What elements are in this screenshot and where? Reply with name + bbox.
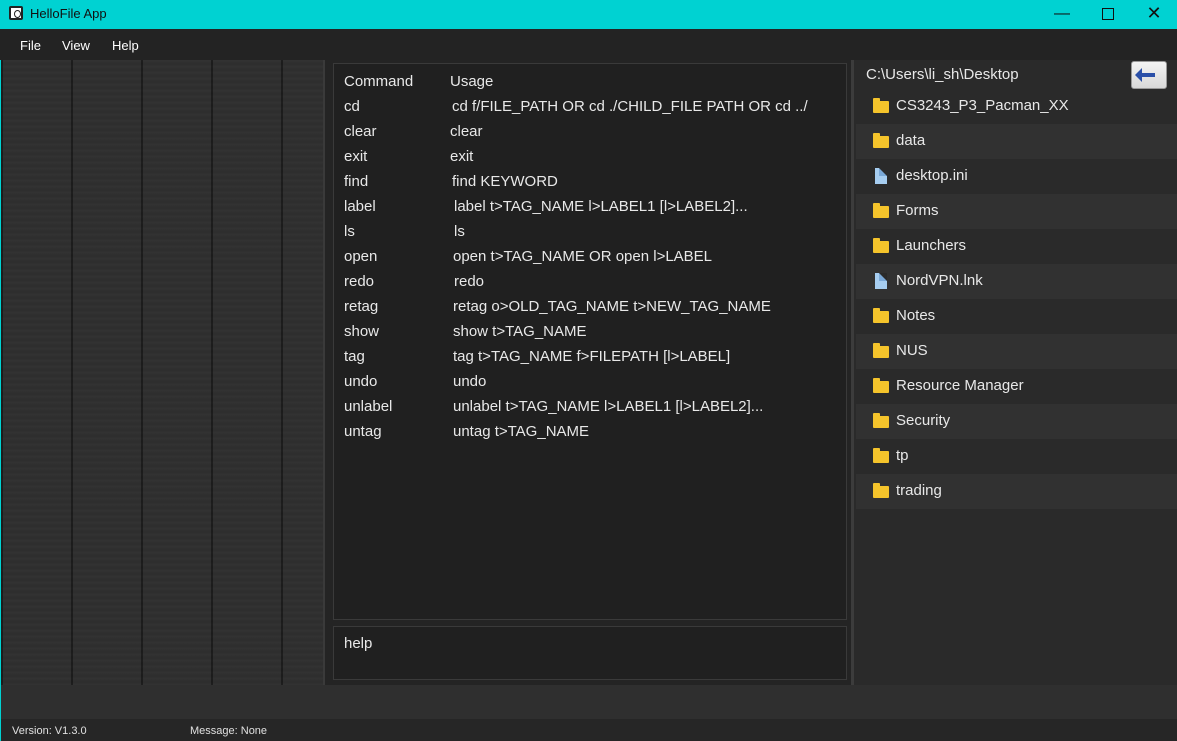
- command-usage: untag t>TAG_NAME: [453, 423, 590, 440]
- app-logo-icon: [9, 6, 23, 20]
- status-bar: Version: V1.3.0 Message: None: [0, 719, 1177, 741]
- command-name: tag: [344, 348, 365, 365]
- file-name: Forms: [896, 202, 939, 219]
- menu-bar: File View Help: [0, 29, 1177, 60]
- command-name: find: [344, 173, 369, 190]
- version-label: Version: V1.3.0: [12, 725, 87, 737]
- command-column-header: Command: [344, 73, 414, 90]
- command-usage: ls: [454, 223, 465, 240]
- arrow-left-icon: [1135, 68, 1155, 82]
- file-name: Launchers: [896, 237, 967, 254]
- folder-icon: [873, 133, 889, 148]
- message-label: Message: None: [190, 725, 268, 737]
- file-list-item[interactable]: CS3243_P3_Pacman_XX: [856, 89, 1177, 124]
- command-name: open: [344, 248, 378, 265]
- window-title: HelloFile App: [30, 6, 107, 21]
- folder-icon: [873, 238, 889, 253]
- file-list-item[interactable]: NordVPN.lnk: [856, 264, 1177, 299]
- file-icon: [875, 273, 887, 289]
- file-list-item[interactable]: Resource Manager: [856, 369, 1177, 404]
- file-list-item[interactable]: Security: [856, 404, 1177, 439]
- command-name: clear: [344, 123, 377, 140]
- command-input-text: help: [344, 635, 373, 652]
- command-usage: find KEYWORD: [452, 173, 558, 190]
- command-usage: tag t>TAG_NAME f>FILEPATH [l>LABEL]: [453, 348, 731, 365]
- command-usage: show t>TAG_NAME: [453, 323, 587, 340]
- file-name: desktop.ini: [896, 167, 968, 184]
- file-name: Security: [896, 412, 951, 429]
- usage-column-header: Usage: [450, 73, 494, 90]
- file-name: Notes: [896, 307, 936, 324]
- command-input[interactable]: help: [333, 626, 847, 680]
- command-name: exit: [344, 148, 368, 165]
- menu-file[interactable]: File: [20, 38, 41, 53]
- folder-icon: [873, 378, 889, 393]
- command-name: label: [344, 198, 376, 215]
- command-usage: retag o>OLD_TAG_NAME t>NEW_TAG_NAME: [453, 298, 771, 315]
- command-usage: redo: [454, 273, 485, 290]
- command-name: unlabel: [344, 398, 393, 415]
- folder-icon: [873, 203, 889, 218]
- left-panel: [0, 60, 323, 685]
- menu-help[interactable]: Help: [112, 38, 139, 53]
- file-name: CS3243_P3_Pacman_XX: [896, 97, 1069, 114]
- file-list-item[interactable]: NUS: [856, 334, 1177, 369]
- command-name: untag: [344, 423, 382, 440]
- command-name: retag: [344, 298, 379, 315]
- file-list-item[interactable]: Forms: [856, 194, 1177, 229]
- command-name: ls: [344, 223, 355, 240]
- command-name: show: [344, 323, 380, 340]
- command-name: redo: [344, 273, 375, 290]
- folder-icon: [873, 98, 889, 113]
- menu-view[interactable]: View: [62, 38, 90, 53]
- minimize-button[interactable]: —: [1039, 0, 1085, 29]
- folder-icon: [873, 448, 889, 463]
- bottom-band: [0, 685, 1177, 719]
- file-icon: [875, 168, 887, 184]
- command-usage: exit: [450, 148, 474, 165]
- command-name: cd: [344, 98, 360, 115]
- file-list-item[interactable]: desktop.ini: [856, 159, 1177, 194]
- command-name: undo: [344, 373, 378, 390]
- command-usage: label t>TAG_NAME l>LABEL1 [l>LABEL2]...: [454, 198, 748, 215]
- file-name: tp: [896, 447, 909, 464]
- maximize-icon: [1102, 7, 1114, 20]
- file-name: data: [896, 132, 926, 149]
- file-list-item[interactable]: Launchers: [856, 229, 1177, 264]
- file-name: trading: [896, 482, 942, 499]
- close-button[interactable]: ✕: [1131, 0, 1177, 29]
- maximize-button[interactable]: [1085, 0, 1131, 29]
- folder-icon: [873, 343, 889, 358]
- file-list-item[interactable]: tp: [856, 439, 1177, 474]
- command-usage: unlabel t>TAG_NAME l>LABEL1 [l>LABEL2]..…: [453, 398, 764, 415]
- command-usage: cd f/FILE_PATH OR cd ./CHILD_FILE PATH O…: [452, 98, 808, 115]
- command-usage: open t>TAG_NAME OR open l>LABEL: [453, 248, 713, 265]
- file-list-item[interactable]: trading: [856, 474, 1177, 509]
- file-name: NordVPN.lnk: [896, 272, 983, 289]
- command-usage: clear: [450, 123, 483, 140]
- folder-icon: [873, 483, 889, 498]
- current-path: C:\Users\li_sh\Desktop: [866, 66, 1019, 83]
- command-usage: undo: [453, 373, 487, 390]
- title-bar: HelloFile App — ✕: [0, 0, 1177, 29]
- file-list-item[interactable]: Notes: [856, 299, 1177, 334]
- result-display: Command Usage cd cd f/FILE_PATH OR cd ./C…: [333, 63, 847, 620]
- folder-icon: [873, 413, 889, 428]
- file-name: NUS: [896, 342, 928, 359]
- file-name: Resource Manager: [896, 377, 1024, 394]
- file-list-item[interactable]: data: [856, 124, 1177, 159]
- back-button[interactable]: [1131, 61, 1167, 89]
- folder-icon: [873, 308, 889, 323]
